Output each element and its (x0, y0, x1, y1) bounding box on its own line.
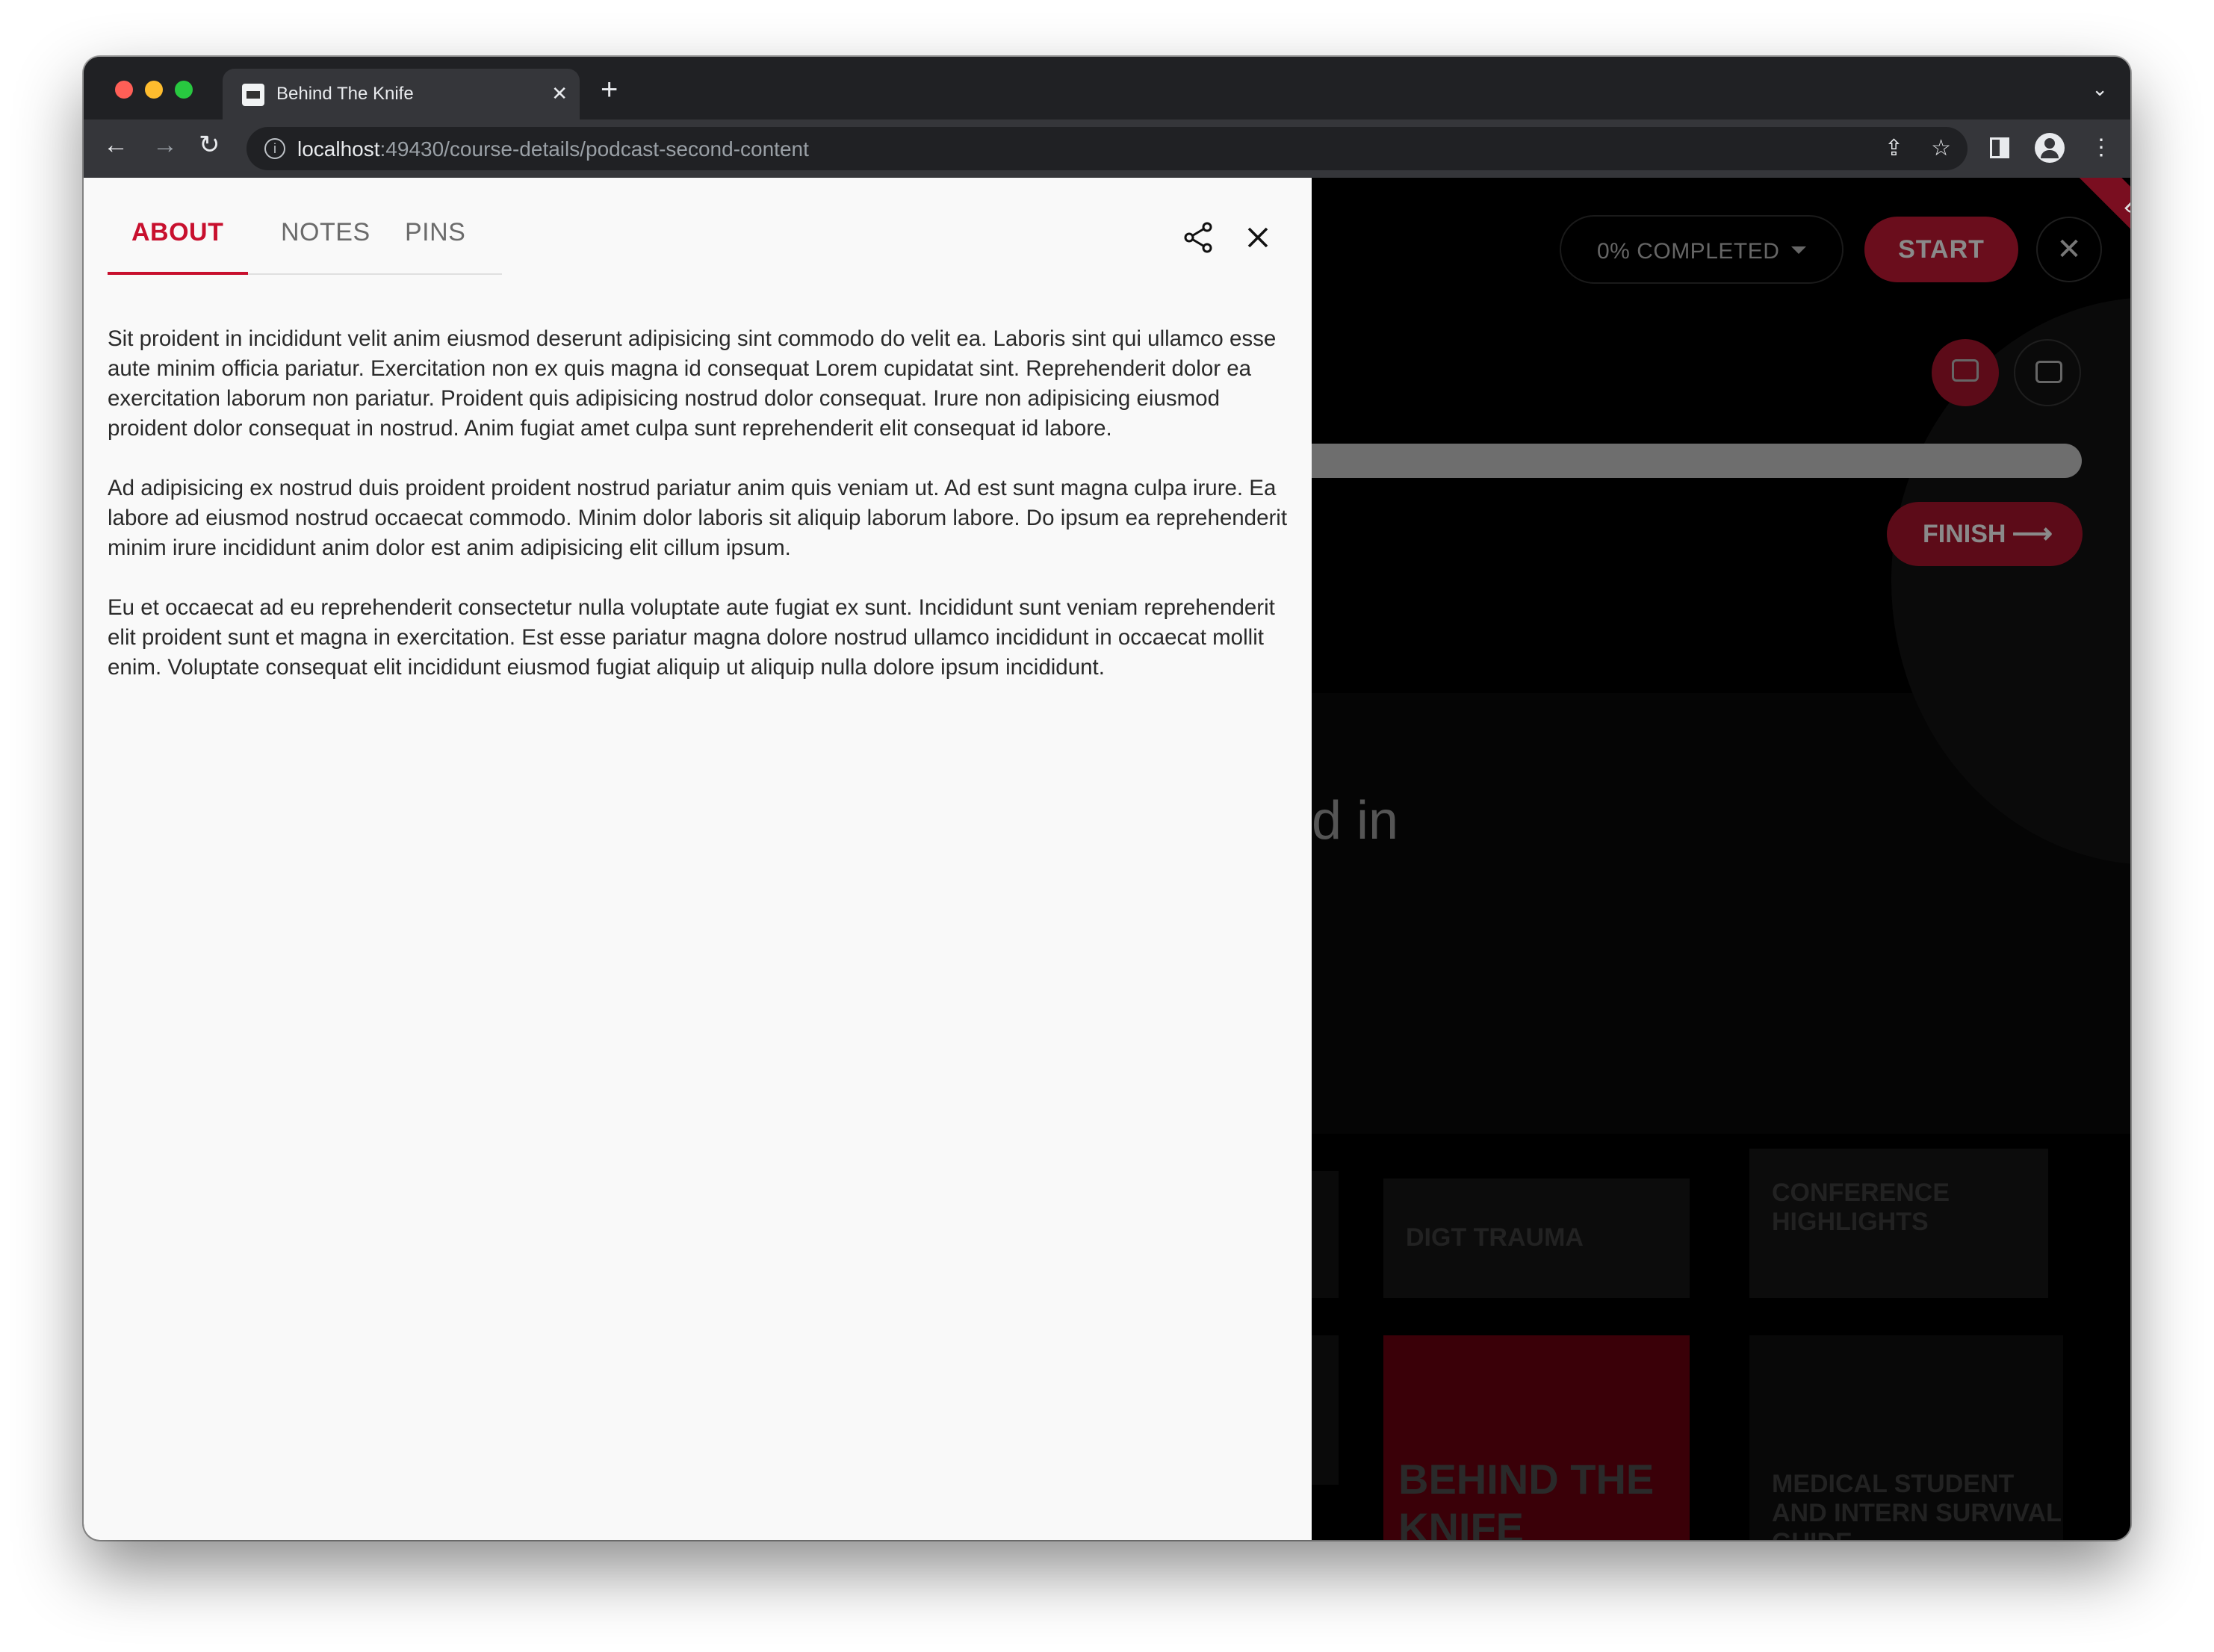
progress-dropdown[interactable]: 0% COMPLETED (1560, 215, 1844, 284)
course-card[interactable]: BEHIND THE KNIFE (1383, 1335, 1690, 1540)
more-menu-icon[interactable]: ⋮ (2090, 133, 2112, 163)
minimize-window-button[interactable] (145, 81, 163, 99)
site-info-icon[interactable]: i (264, 138, 285, 159)
close-icon[interactable] (1240, 220, 1276, 255)
tab-notes[interactable]: NOTES (281, 218, 370, 247)
monitor-icon (1952, 359, 1979, 382)
browser-window: Behind The Knife ✕ + ⌄ ← → ↻ i localhost… (84, 57, 2130, 1540)
share-icon[interactable] (1180, 220, 1216, 255)
start-button[interactable]: START (1864, 217, 2018, 282)
browser-tab[interactable]: Behind The Knife ✕ (223, 69, 580, 119)
active-tab-indicator (108, 272, 248, 275)
profile-avatar-icon[interactable] (2035, 133, 2065, 163)
new-tab-button[interactable]: + (601, 75, 618, 105)
course-card[interactable]: CONFERENCE HIGHLIGHTS (1749, 1149, 2048, 1298)
finish-button[interactable]: FINISH ⟶ (1887, 502, 2083, 566)
browser-toolbar: ← → ↻ i localhost:49430/course-details/p… (84, 119, 2130, 178)
tab-close-icon[interactable]: ✕ (551, 82, 568, 105)
close-course-icon[interactable]: ✕ (2036, 217, 2102, 282)
page-viewport: 0% COMPLETED START ✕ DEV FINISH ⟶ d in D… (84, 178, 2130, 1540)
caret-down-icon (1791, 246, 1806, 254)
course-card[interactable] (1309, 1335, 1339, 1485)
about-drawer: ABOUT NOTES PINS Sit proident in incidid… (84, 178, 1312, 1540)
about-paragraph: Sit proident in incididunt velit anim ei… (108, 326, 1277, 441)
about-paragraph: Eu et occaecat ad eu reprehenderit conse… (108, 595, 1275, 680)
notes-mode-button[interactable] (2014, 339, 2081, 406)
side-panel-icon[interactable] (1990, 137, 2009, 158)
close-window-button[interactable] (115, 81, 133, 99)
tab-title: Behind The Knife (276, 84, 414, 104)
url-text[interactable]: localhost:49430/course-details/podcast-s… (297, 137, 809, 161)
course-card[interactable]: DIGT TRAUMA (1383, 1179, 1690, 1298)
section-heading: d in (1312, 791, 1399, 851)
share-page-icon[interactable]: ⇪ (1885, 136, 1903, 161)
about-paragraph: Ad adipisicing ex nostrud duis proident … (108, 476, 1288, 560)
tab-strip: Behind The Knife ✕ + ⌄ (84, 57, 2130, 119)
chat-icon (2035, 361, 2062, 383)
media-progress-bar[interactable] (1309, 444, 2082, 478)
url-path: :49430/course-details/podcast-second-con… (379, 137, 809, 161)
back-arrow-icon[interactable]: ← (103, 130, 128, 160)
reload-icon[interactable]: ↻ (199, 130, 220, 160)
course-card[interactable]: MEDICAL STUDENT AND INTERN SURVIVAL GUID… (1749, 1335, 2063, 1540)
tab-pins[interactable]: PINS (405, 218, 465, 247)
progress-label: 0% COMPLETED (1597, 239, 1780, 264)
tab-search-chevron-icon[interactable]: ⌄ (2091, 78, 2108, 101)
site-favicon-icon (242, 84, 264, 106)
tab-about[interactable]: ABOUT (131, 218, 223, 247)
address-bar[interactable]: i localhost:49430/course-details/podcast… (246, 127, 1968, 170)
bookmark-star-icon[interactable]: ☆ (1931, 136, 1951, 161)
podcast-mode-button[interactable] (1932, 339, 1999, 406)
finish-label: FINISH (1923, 520, 2006, 548)
drawer-tabs: ABOUT NOTES PINS (108, 208, 502, 275)
forward-arrow-icon[interactable]: → (152, 130, 178, 160)
about-content: Sit proident in incididunt velit anim ei… (108, 324, 1295, 712)
maximize-window-button[interactable] (175, 81, 193, 99)
arrow-right-icon: ⟶ (2012, 518, 2053, 550)
url-host: localhost (297, 137, 380, 161)
course-card[interactable] (1309, 1171, 1339, 1298)
